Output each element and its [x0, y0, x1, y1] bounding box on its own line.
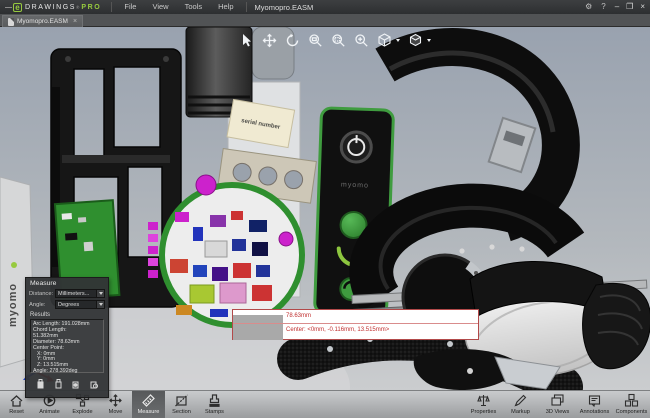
tab-myomopro[interactable]: Myomopro.EASM × — [2, 15, 84, 27]
restore-button[interactable]: ❐ — [626, 2, 633, 12]
tool-components[interactable]: Components — [613, 391, 650, 418]
views-stack-icon — [551, 394, 564, 406]
home-icon — [10, 395, 23, 407]
tool-reset-label: Reset — [9, 409, 24, 415]
tool-markup-label: Markup — [511, 409, 530, 415]
distance-units-value: Millimeters... — [58, 290, 90, 297]
tool-stamps-label: Stamps — [205, 409, 224, 415]
display-mode-caret-icon[interactable] — [396, 38, 400, 42]
tool-markup[interactable]: Markup — [502, 391, 539, 418]
tool-properties[interactable]: Properties — [465, 391, 502, 418]
titlebar-separator — [111, 2, 113, 12]
angle-label: Angle: — [29, 301, 46, 308]
angle-units-select[interactable]: Degrees — [55, 300, 105, 309]
zoom-icon[interactable] — [353, 32, 369, 48]
pan-tool-icon[interactable] — [261, 32, 277, 48]
tool-move-label: Move — [108, 409, 123, 415]
tool-properties-label: Properties — [470, 409, 497, 415]
myomo-left-brand-text: myomo — [7, 283, 19, 327]
measure-icon — [142, 394, 155, 407]
select-tool-icon[interactable] — [238, 32, 254, 48]
display-mode-icon[interactable] — [376, 32, 392, 48]
tool-measure-label: Measure — [137, 409, 160, 415]
document-title: Myomopro.EASM — [254, 2, 314, 12]
close-button[interactable]: × — [640, 2, 645, 12]
tab-close-icon[interactable]: × — [73, 18, 77, 25]
logo-dash — [5, 6, 12, 8]
measure-mode-face-icon[interactable] — [69, 377, 82, 390]
bottom-right-tools: Properties Markup 3D Views Annotations C… — [465, 391, 650, 418]
tool-3d-views[interactable]: 3D Views — [539, 391, 576, 418]
titlebar: e DRAWINGS ® PRO File View Tools Help My… — [0, 0, 650, 14]
tool-stamps[interactable]: Stamps — [198, 391, 231, 418]
tool-components-label: Components — [615, 409, 648, 415]
rotate-tool-icon[interactable] — [284, 32, 300, 48]
tool-annotations-label: Annotations — [579, 409, 610, 415]
tool-annotations[interactable]: Annotations — [576, 391, 613, 418]
tool-animate-label: Animate — [39, 409, 60, 415]
menu-help[interactable]: Help — [210, 0, 241, 14]
scales-icon — [477, 395, 490, 407]
settings-gear-icon[interactable]: ⚙ — [585, 0, 592, 14]
edrawings-logo: e DRAWINGS ® PRO — [0, 2, 107, 12]
zoom-fit-icon[interactable] — [307, 32, 323, 48]
distance-dropdown-caret-icon[interactable] — [96, 290, 104, 297]
logo-drawings-text: DRAWINGS — [25, 3, 77, 11]
angle-dropdown-caret-icon[interactable] — [96, 301, 104, 308]
tool-measure[interactable]: Measure — [132, 391, 165, 418]
measure-mode-circle-icon[interactable] — [87, 377, 100, 390]
logo-registered-mark: ® — [76, 4, 80, 10]
measure-mode-point-icon[interactable] — [34, 377, 47, 390]
measure-mode-edge-icon[interactable] — [52, 377, 65, 390]
measure-mode-buttons — [26, 373, 108, 390]
callout-leader-block — [233, 315, 283, 340]
annotation-icon — [588, 395, 601, 408]
menu-file[interactable]: File — [116, 0, 144, 14]
logo-pro-text: PRO — [81, 3, 102, 11]
results-box: Arc Length: 191.028mm Chord Length: 51.3… — [30, 319, 104, 374]
tool-explode-label: Explode — [72, 409, 93, 415]
pencil-icon — [514, 394, 527, 407]
zoom-area-icon[interactable] — [330, 32, 346, 48]
tab-bar: Myomopro.EASM × — [0, 14, 650, 27]
callout-diameter-value: 78.63mm — [286, 313, 312, 319]
menu-tools[interactable]: Tools — [177, 0, 211, 14]
distance-label: Distance: — [29, 290, 54, 297]
view-orientation-icon[interactable] — [407, 32, 423, 48]
tool-3d-views-label: 3D Views — [545, 409, 570, 415]
measure-panel: Measure Distance: Millimeters... Angle: … — [25, 277, 109, 398]
help-icon[interactable]: ? — [601, 0, 605, 14]
results-label: Results — [30, 312, 51, 318]
edrawings-logo-icon: e — [13, 2, 22, 12]
stamp-icon — [209, 394, 220, 407]
section-icon — [175, 394, 188, 407]
move-icon — [109, 394, 122, 407]
titlebar-separator — [245, 2, 247, 12]
components-icon — [624, 393, 639, 407]
view-orientation-caret-icon[interactable] — [427, 38, 431, 42]
myomo-panel-brand-text: myomo — [341, 182, 369, 190]
minimize-button[interactable]: – — [615, 2, 619, 12]
angle-units-value: Degrees — [58, 301, 80, 308]
view-toolbar — [238, 32, 431, 48]
document-icon — [8, 17, 14, 26]
edrawings-window: e DRAWINGS ® PRO File View Tools Help My… — [0, 0, 650, 418]
measurement-callout: 78.63mm Center: <0mm, -0.116mm, 13.515mm… — [232, 309, 479, 340]
tab-label: Myomopro.EASM — [17, 18, 68, 25]
callout-center-value: Center: <0mm, -0.116mm, 13.515mm> — [286, 327, 390, 333]
menu-view[interactable]: View — [144, 0, 176, 14]
measure-panel-title: Measure — [30, 280, 57, 287]
callout-divider — [233, 323, 478, 324]
distance-units-select[interactable]: Millimeters... — [55, 289, 105, 298]
tool-section[interactable]: Section — [165, 391, 198, 418]
tool-section-label: Section — [172, 409, 191, 415]
